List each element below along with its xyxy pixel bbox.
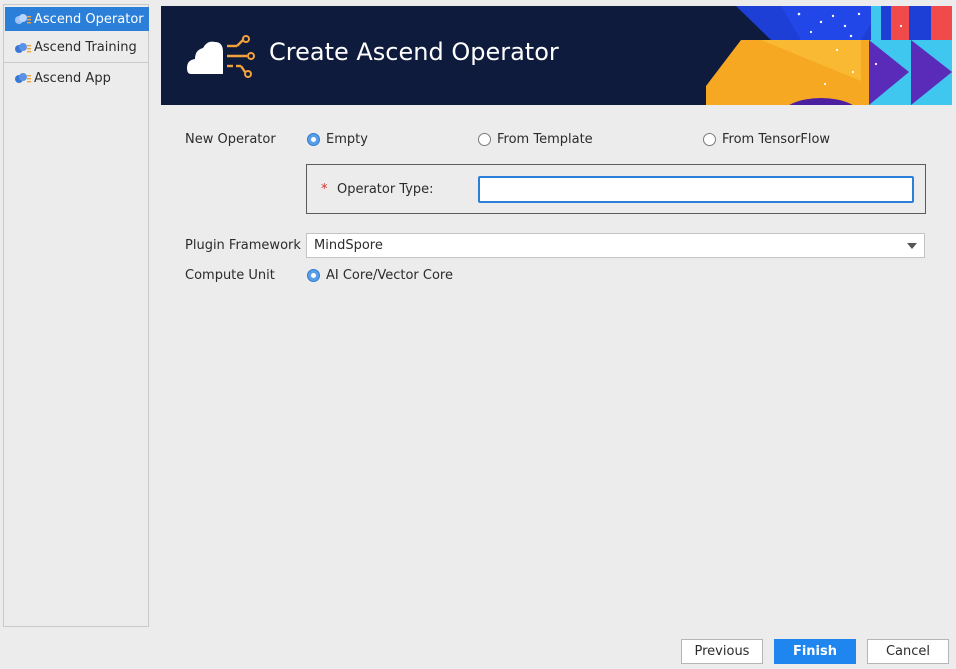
chevron-down-icon xyxy=(907,243,917,249)
header-banner: Create Ascend Operator xyxy=(161,6,952,105)
compute-unit-label: Compute Unit xyxy=(185,268,275,283)
radio-selected-icon xyxy=(307,269,320,282)
radio-from-template[interactable]: From Template xyxy=(478,132,593,147)
radio-label: AI Core/Vector Core xyxy=(326,268,453,283)
sidebar-item-ascend-operator[interactable]: Ascend Operator xyxy=(5,7,149,31)
radio-label: From TensorFlow xyxy=(722,132,831,147)
sidebar-item-label: Ascend Operator xyxy=(34,11,144,27)
previous-button[interactable]: Previous xyxy=(681,639,763,664)
ascend-cloud-icon xyxy=(15,73,31,83)
create-operator-dialog: Ascend Operator Ascend Training Ascend A… xyxy=(0,0,956,669)
required-marker: * xyxy=(321,182,328,197)
finish-button[interactable]: Finish xyxy=(774,639,856,664)
ascend-logo-icon xyxy=(187,35,255,78)
sidebar-item-ascend-training[interactable]: Ascend Training xyxy=(4,33,148,63)
radio-empty[interactable]: Empty xyxy=(307,132,368,147)
radio-label: From Template xyxy=(497,132,593,147)
sidebar-item-label: Ascend App xyxy=(34,70,111,86)
operator-type-label: Operator Type: xyxy=(337,182,434,197)
radio-label: Empty xyxy=(326,132,368,147)
wizard-sidebar: Ascend Operator Ascend Training Ascend A… xyxy=(3,4,149,627)
plugin-framework-select[interactable]: MindSpore xyxy=(306,233,925,258)
ascend-cloud-icon xyxy=(15,14,31,24)
page-title: Create Ascend Operator xyxy=(269,38,559,66)
radio-selected-icon xyxy=(307,133,320,146)
cancel-button[interactable]: Cancel xyxy=(867,639,949,664)
radio-ai-core-vector-core[interactable]: AI Core/Vector Core xyxy=(307,268,453,283)
radio-unselected-icon xyxy=(478,133,491,146)
sidebar-item-ascend-app[interactable]: Ascend App xyxy=(4,63,148,93)
radio-from-tensorflow[interactable]: From TensorFlow xyxy=(703,132,830,147)
radio-unselected-icon xyxy=(703,133,716,146)
new-operator-label: New Operator xyxy=(185,132,276,147)
sidebar-item-label: Ascend Training xyxy=(34,40,137,55)
select-value: MindSpore xyxy=(314,238,383,253)
operator-type-input[interactable] xyxy=(478,176,914,203)
plugin-framework-label: Plugin Framework xyxy=(185,238,301,253)
ascend-cloud-icon xyxy=(15,42,31,53)
